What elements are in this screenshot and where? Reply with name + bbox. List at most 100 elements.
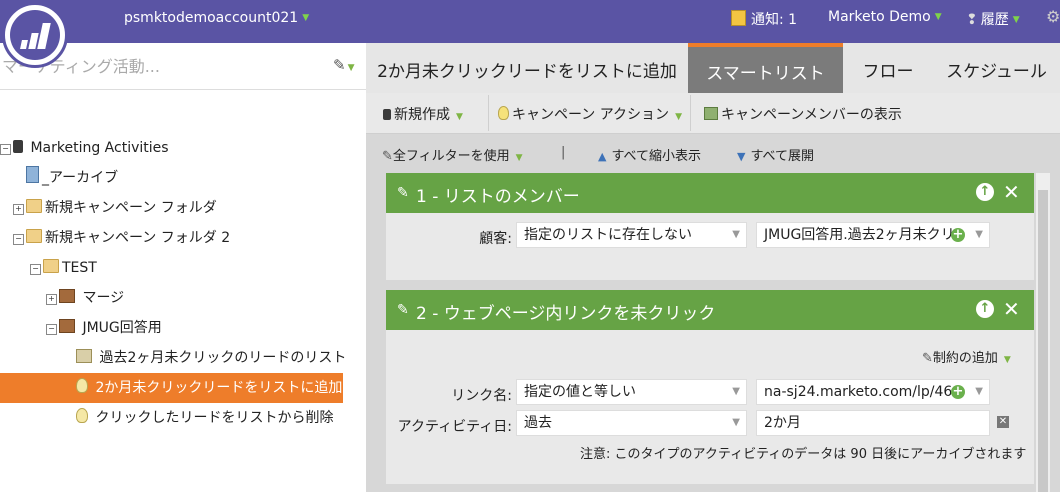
tab-schedule[interactable]: スケジュール — [933, 43, 1060, 93]
tree-label: クリックしたリードをリストから削除 — [95, 410, 334, 426]
close-icon[interactable]: ✕ — [1003, 297, 1020, 321]
add-constraint-label: 制約の追加 — [932, 351, 998, 366]
gear-icon[interactable]: ⚙ — [1046, 7, 1060, 26]
filter-icon: ✎ — [397, 185, 409, 201]
account-name: psmktodemoaccount021 — [124, 10, 299, 26]
expand-all-button[interactable]: ▼ すべて展開 — [737, 145, 814, 164]
filter-header[interactable]: ✎ 2 - ウェブページ内リンクを未クリック ↑ ✕ — [386, 290, 1034, 330]
separator: | — [561, 145, 566, 160]
tab-smart-list[interactable]: スマートリスト — [688, 43, 843, 93]
add-constraint-button[interactable]: ✎制約の追加 ▼ — [922, 347, 1011, 366]
tab-label: フロー — [862, 62, 914, 82]
filter-subbar: ✎全フィルターを使用 ▼ | ▲ すべて縮小表示 ▼ すべて展開 — [366, 141, 1060, 167]
tree-label: 過去2ヶ月未クリックのリードのリスト — [99, 350, 347, 366]
chevron-down-icon: ▼ — [732, 386, 740, 397]
chevron-down-icon: ▼ — [975, 386, 983, 397]
chevron-down-icon: ▼ — [1012, 15, 1020, 25]
clear-icon[interactable]: ✕ — [997, 416, 1009, 428]
tree-node-campaign[interactable]: クリックしたリードをリストから削除 — [76, 403, 333, 433]
filter-icon: ✎ — [382, 149, 393, 164]
list-icon — [76, 349, 92, 363]
move-up-icon[interactable]: ↑ — [976, 300, 994, 318]
user-menu[interactable]: Marketo Demo ▼ — [828, 9, 942, 25]
tree-node-campaign-folder[interactable]: + 新規キャンペーン フォルダ — [13, 193, 217, 223]
program-icon — [59, 289, 75, 303]
operator-select[interactable]: 指定の値と等しい ▼ — [516, 379, 747, 405]
account-switcher[interactable]: psmktodemoaccount021 ▼ — [124, 10, 309, 26]
divider — [488, 95, 489, 131]
tree-node-campaign-folder-2[interactable]: − 新規キャンペーン フォルダ 2 — [13, 223, 230, 253]
campaign-icon — [76, 378, 88, 393]
new-button[interactable]: 新規作成 ▼ — [383, 104, 463, 124]
chevron-down-icon: ▼ — [675, 112, 682, 122]
tree-label: 新規キャンペーン フォルダ 2 — [45, 230, 231, 246]
operator-select[interactable]: 指定のリストに存在しない ▼ — [516, 222, 747, 248]
tree-node-test[interactable]: − TEST — [30, 253, 97, 283]
collapse-icon[interactable]: − — [0, 144, 11, 155]
value-text: JMUG回答用.過去2ヶ月未クリ — [764, 227, 955, 243]
add-icon[interactable]: + — [951, 385, 965, 399]
bulb-icon — [498, 106, 509, 120]
tab-label: 2か月未クリックリードをリストに追加 — [377, 62, 677, 82]
chevron-down-icon: ▼ — [732, 229, 740, 240]
collapse-all-button[interactable]: ▲ すべて縮小表示 — [598, 145, 701, 164]
collapse-all-label: すべて縮小表示 — [611, 149, 702, 164]
toolbar: 新規作成 ▼ キャンペーン アクション ▼ キャンペーンメンバーの表示 — [366, 93, 1060, 134]
database-icon — [13, 140, 23, 153]
collapse-icon: ▲ — [598, 150, 607, 163]
notifications-label: 通知: 1 — [751, 12, 798, 28]
operator-value: 指定のリストに存在しない — [524, 227, 692, 243]
tree-node-jmug[interactable]: − JMUG回答用 — [46, 313, 162, 343]
notification-icon — [731, 10, 746, 26]
notifications-button[interactable]: 通知: 1 — [731, 9, 797, 29]
folder-icon — [43, 259, 59, 273]
history-menu[interactable]: ❢ 履歴 ▼ — [966, 9, 1020, 29]
filter-card-1: ✎ 1 - リストのメンバー ↑ ✕ 顧客: 指定のリストに存在しない ▼ JMU… — [386, 173, 1034, 280]
collapse-icon[interactable]: − — [13, 234, 24, 245]
add-icon[interactable]: + — [951, 228, 965, 242]
campaign-actions-button[interactable]: キャンペーン アクション ▼ — [498, 104, 682, 124]
campaign-actions-label: キャンペーン アクション — [512, 107, 670, 123]
tree-label: マージ — [82, 290, 125, 306]
use-all-filters-button[interactable]: ✎全フィルターを使用 ▼ — [382, 145, 523, 164]
tree-label: Marketing Activities — [30, 140, 169, 156]
scrollbar-thumb[interactable] — [1038, 190, 1048, 492]
chevron-down-icon: ▼ — [515, 153, 523, 163]
move-up-icon[interactable]: ↑ — [976, 183, 994, 201]
user-name: Marketo Demo — [828, 9, 931, 25]
tree-node-selected-campaign[interactable]: 2か月未クリックリードをリストに追加 — [76, 373, 342, 403]
value-select[interactable]: JMUG回答用.過去2ヶ月未クリ + ▼ — [756, 222, 990, 248]
collapse-icon[interactable]: − — [30, 264, 41, 275]
expand-icon[interactable]: + — [13, 204, 24, 215]
expand-icon: ▼ — [737, 150, 746, 163]
tab-flow[interactable]: フロー — [843, 43, 933, 93]
folder-icon — [26, 199, 42, 213]
chevron-down-icon: ▼ — [1003, 355, 1011, 365]
value-text: na-sj24.marketo.com/lp/460 — [764, 384, 962, 400]
tab-campaign-name[interactable]: 2か月未クリックリードをリストに追加 — [366, 43, 688, 93]
tab-label: スケジュール — [946, 62, 1047, 82]
filter-header[interactable]: ✎ 1 - リストのメンバー ↑ ✕ — [386, 173, 1034, 213]
database-icon — [383, 109, 391, 120]
filter-icon: ✎ — [922, 351, 933, 366]
tree-node-archive[interactable]: _アーカイブ — [26, 163, 118, 193]
collapse-icon[interactable]: − — [46, 324, 57, 335]
value-select[interactable]: na-sj24.marketo.com/lp/460 + ▼ — [756, 379, 990, 405]
members-icon — [704, 107, 718, 120]
tree-node-merge[interactable]: + マージ — [46, 283, 124, 313]
marketo-logo[interactable] — [2, 2, 68, 68]
filter-title: 2 - ウェブページ内リンクを未クリック — [416, 304, 716, 324]
value-input[interactable]: 2か月 — [756, 410, 990, 436]
filter-icon[interactable]: ✎ ▼ — [333, 56, 355, 74]
view-members-button[interactable]: キャンペーンメンバーの表示 — [704, 104, 902, 124]
tree-node-list[interactable]: 過去2ヶ月未クリックのリードのリスト — [76, 343, 346, 373]
program-icon — [59, 319, 75, 333]
chevron-down-icon: ▼ — [456, 112, 463, 122]
operator-value: 過去 — [524, 415, 552, 431]
tree-node-marketing-activities[interactable]: − Marketing Activities — [0, 133, 169, 163]
chevron-down-icon: ▼ — [934, 12, 942, 22]
expand-icon[interactable]: + — [46, 294, 57, 305]
operator-select[interactable]: 過去 ▼ — [516, 410, 747, 436]
tab-label: スマートリスト — [706, 64, 825, 84]
close-icon[interactable]: ✕ — [1003, 180, 1020, 204]
